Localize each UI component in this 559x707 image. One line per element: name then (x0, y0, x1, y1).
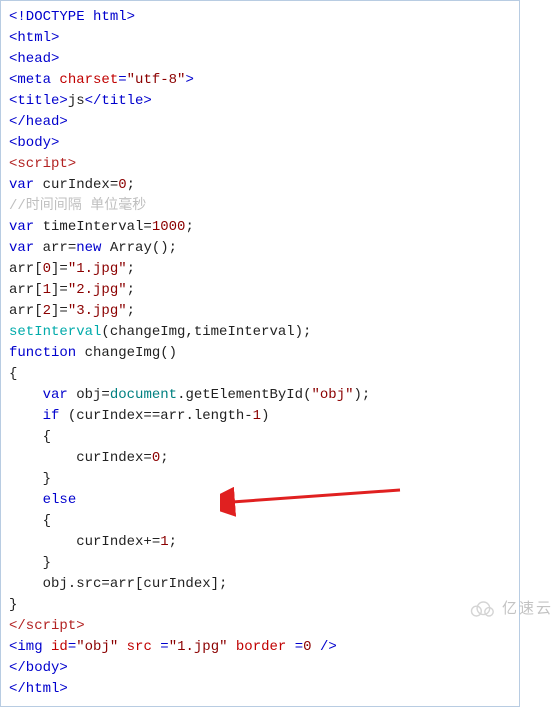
code-indent (9, 408, 43, 424)
code-document: document (110, 387, 177, 403)
code-brace: { (9, 366, 17, 382)
code-img-open: <img (9, 639, 51, 655)
code-text: arr[ (9, 261, 43, 277)
code-title-close: </title> (85, 93, 152, 109)
code-kw-else: else (43, 492, 77, 508)
code-brace: } (9, 597, 17, 613)
code-text: ; (169, 534, 177, 550)
code-attr-src: src (127, 639, 152, 655)
code-attr-border: border (236, 639, 286, 655)
code-text: ]= (51, 282, 68, 298)
code-indent (9, 387, 43, 403)
code-text: changeImg() (76, 345, 177, 361)
watermark-text: 亿速云 (502, 598, 553, 621)
code-text: timeInterval= (34, 219, 152, 235)
code-text: (curIndex==arr.length- (59, 408, 252, 424)
code-text: Array(); (101, 240, 177, 256)
code-attr-id: id (51, 639, 68, 655)
code-title-open: <title> (9, 93, 68, 109)
code-text: curIndex+= (9, 534, 160, 550)
code-text: arr[ (9, 303, 43, 319)
code-indent (9, 492, 43, 508)
code-text: obj= (68, 387, 110, 403)
code-val: "1.jpg" (169, 639, 228, 655)
code-text: ]= (51, 261, 68, 277)
code-body-open: <body> (9, 135, 59, 151)
code-text: ; (127, 303, 135, 319)
code-text: ); (354, 387, 371, 403)
code-kw-function: function (9, 345, 76, 361)
code-num: 0 (118, 177, 126, 193)
code-str: "2.jpg" (68, 282, 127, 298)
code-html-close: </html> (9, 681, 68, 697)
code-text: ]= (51, 303, 68, 319)
code-text: obj.src=arr[curIndex]; (9, 576, 227, 592)
code-text: ) (261, 408, 269, 424)
code-text: ; (127, 177, 135, 193)
code-doctype: <!DOCTYPE html> (9, 9, 135, 25)
code-meta-close: > (185, 72, 193, 88)
code-attr-charset: charset (59, 72, 118, 88)
code-kw-var: var (9, 219, 34, 235)
code-text: ; (127, 282, 135, 298)
code-text: ; (160, 450, 168, 466)
code-text (118, 639, 126, 655)
code-kw-var: var (9, 177, 34, 193)
code-eq: = (152, 639, 169, 655)
code-title-text: js (68, 93, 85, 109)
code-kw-new: new (76, 240, 101, 256)
code-eq: = (68, 639, 76, 655)
code-num: 0 (43, 261, 51, 277)
code-val-utf8: "utf-8" (127, 72, 186, 88)
code-text (228, 639, 236, 655)
code-text: .getElementById( (177, 387, 311, 403)
code-val: 0 (303, 639, 311, 655)
code-head-close: </head> (9, 114, 68, 130)
code-text: ; (127, 261, 135, 277)
code-block: <!DOCTYPE html> <html> <head> <meta char… (0, 0, 520, 707)
code-kw-if: if (43, 408, 60, 424)
code-num: 0 (152, 450, 160, 466)
code-str: "obj" (311, 387, 353, 403)
watermark: 亿速云 (468, 598, 553, 621)
code-val: "obj" (76, 639, 118, 655)
code-eq: = (118, 72, 126, 88)
code-text: ; (185, 219, 193, 235)
code-eq: = (286, 639, 303, 655)
code-fn-setinterval: setInterval (9, 324, 101, 340)
code-text: (changeImg,timeInterval); (101, 324, 311, 340)
code-meta-open: <meta (9, 72, 59, 88)
code-num: 1 (160, 534, 168, 550)
code-img-close: /> (312, 639, 337, 655)
code-num: 1 (43, 282, 51, 298)
code-html-open: <html> (9, 30, 59, 46)
code-kw-var: var (9, 240, 34, 256)
code-script-close: </script> (9, 618, 85, 634)
code-head-open: <head> (9, 51, 59, 67)
code-script-open: <script> (9, 156, 76, 172)
code-num: 1000 (152, 219, 186, 235)
code-text: curIndex= (9, 450, 152, 466)
code-text: curIndex= (34, 177, 118, 193)
code-text: arr[ (9, 282, 43, 298)
cloud-icon (468, 599, 496, 619)
code-kw-var: var (43, 387, 68, 403)
code-str: "1.jpg" (68, 261, 127, 277)
code-brace: } (9, 555, 51, 571)
code-num: 2 (43, 303, 51, 319)
code-comment: //时间间隔 单位毫秒 (9, 198, 146, 214)
code-text: arr= (34, 240, 76, 256)
code-num: 1 (253, 408, 261, 424)
code-body-close: </body> (9, 660, 68, 676)
code-brace: { (9, 513, 51, 529)
code-str: "3.jpg" (68, 303, 127, 319)
code-brace: { (9, 429, 51, 445)
code-brace: } (9, 471, 51, 487)
